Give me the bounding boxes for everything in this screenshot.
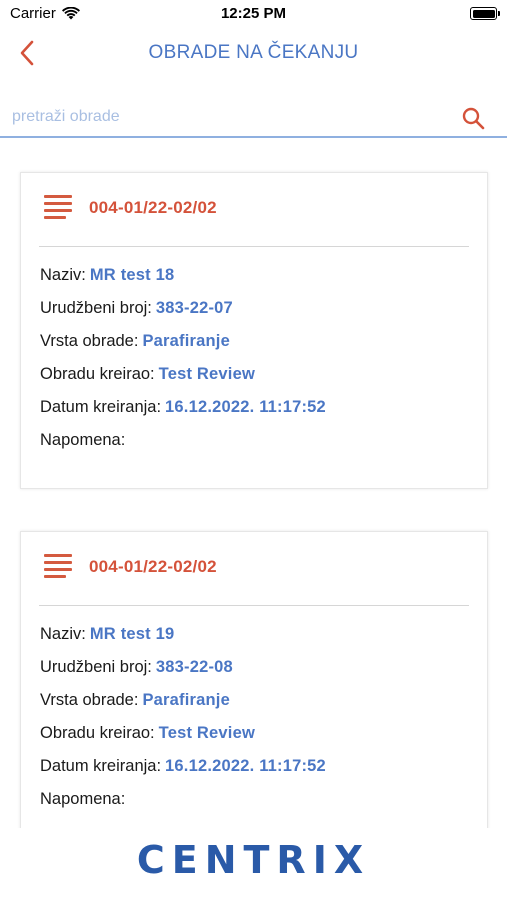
field-obradu-kreirao: Obradu kreirao: Test Review — [40, 722, 477, 755]
card-details: Naziv: MR test 18 Urudžbeni broj: 383-22-0… — [40, 264, 477, 462]
nav-bar: OBRADE NA ČEKANJU — [0, 30, 507, 80]
status-bar: Carrier 12:25 PM — [0, 0, 507, 30]
field-value: 16.12.2022. 11:17:52 — [165, 757, 326, 775]
search-button[interactable] — [461, 106, 485, 130]
card-number: 004-01/22-02/02 — [89, 198, 217, 217]
status-time: 12:25 PM — [220, 5, 287, 22]
field-value: Test Review — [158, 724, 255, 742]
field-naziv: Naziv: MR test 18 — [40, 264, 477, 297]
field-label: Urudžbeni broj: — [40, 658, 152, 676]
field-label: Vrsta obrade: — [40, 332, 139, 350]
card-header: 004-01/22-02/02 — [21, 173, 487, 245]
field-napomena: Napomena: — [40, 788, 477, 821]
search-icon — [462, 107, 485, 130]
field-datum-kreiranja: Datum kreiranja: 16.12.2022. 11:17:52 — [40, 396, 477, 429]
field-label: Napomena: — [40, 790, 126, 808]
card-number: 004-01/22-02/02 — [89, 557, 217, 576]
pending-item-card[interactable]: 004-01/22-02/02 Naziv: MR test 19 Urudžbe… — [20, 531, 488, 851]
field-label: Napomena: — [40, 431, 126, 449]
card-divider — [39, 605, 469, 606]
field-napomena: Napomena: — [40, 429, 477, 462]
field-value: Parafiranje — [142, 332, 230, 350]
document-lines-icon — [44, 195, 72, 219]
field-label: Urudžbeni broj: — [40, 299, 152, 317]
field-label: Naziv: — [40, 625, 86, 643]
field-value: 16.12.2022. 11:17:52 — [165, 398, 326, 416]
field-vrsta-obrade: Vrsta obrade: Parafiranje — [40, 689, 477, 722]
centrix-logo: CENTRIX — [136, 838, 371, 882]
card-details: Naziv: MR test 19 Urudžbeni broj: 383-22-0… — [40, 623, 477, 821]
page-title: OBRADE NA ČEKANJU — [148, 42, 359, 63]
field-datum-kreiranja: Datum kreiranja: 16.12.2022. 11:17:52 — [40, 755, 477, 788]
field-value: MR test 18 — [89, 266, 175, 284]
field-value: Test Review — [158, 365, 255, 383]
field-value: MR test 19 — [89, 625, 175, 643]
document-lines-icon — [44, 554, 72, 578]
field-label: Obradu kreirao: — [40, 365, 155, 383]
search-input[interactable] — [12, 102, 442, 132]
field-label: Vrsta obrade: — [40, 691, 139, 709]
field-label: Obradu kreirao: — [40, 724, 155, 742]
field-value: 383-22-07 — [155, 299, 233, 317]
field-urudzbeni-broj: Urudžbeni broj: 383-22-08 — [40, 656, 477, 689]
field-value: 383-22-08 — [155, 658, 233, 676]
field-urudzbeni-broj: Urudžbeni broj: 383-22-07 — [40, 297, 477, 330]
field-obradu-kreirao: Obradu kreirao: Test Review — [40, 363, 477, 396]
field-value: Parafiranje — [142, 691, 230, 709]
field-label: Naziv: — [40, 266, 86, 284]
field-vrsta-obrade: Vrsta obrade: Parafiranje — [40, 330, 477, 363]
field-naziv: Naziv: MR test 19 — [40, 623, 477, 656]
pending-item-card[interactable]: 004-01/22-02/02 Naziv: MR test 18 Urudžbe… — [20, 172, 488, 489]
search-bar — [0, 96, 507, 138]
field-label: Datum kreiranja: — [40, 757, 162, 775]
card-header: 004-01/22-02/02 — [21, 532, 487, 604]
field-label: Datum kreiranja: — [40, 398, 162, 416]
card-divider — [39, 246, 469, 247]
battery-icon — [470, 7, 500, 20]
